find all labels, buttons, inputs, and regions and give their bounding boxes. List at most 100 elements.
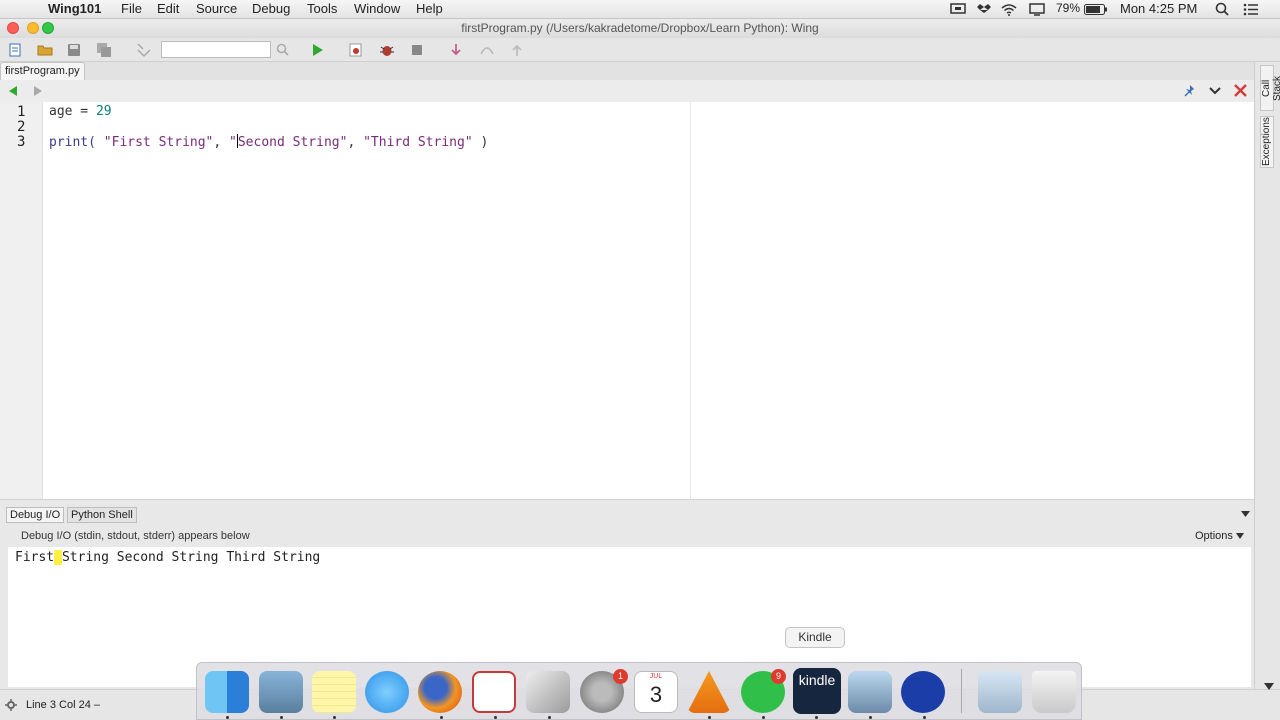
options-label: Options bbox=[1195, 530, 1233, 542]
spotlight-search-icon[interactable] bbox=[1215, 2, 1229, 16]
dock-tooltip: Kindle bbox=[785, 627, 845, 648]
code-line-1[interactable]: age = 29 bbox=[49, 104, 112, 119]
dropbox-icon[interactable] bbox=[977, 3, 991, 16]
running-indicator bbox=[762, 716, 765, 719]
wifi-icon[interactable] bbox=[1001, 3, 1017, 16]
bug-icon[interactable] bbox=[379, 42, 395, 58]
app-menu[interactable]: Wing101 bbox=[48, 1, 101, 16]
display-icon[interactable] bbox=[1029, 3, 1045, 16]
notification-badge: 9 bbox=[771, 669, 786, 684]
running-indicator bbox=[815, 716, 818, 719]
goto-definition-icon[interactable] bbox=[136, 42, 152, 58]
toolbar-search-input[interactable] bbox=[161, 41, 271, 58]
airplay-icon[interactable] bbox=[950, 3, 966, 16]
code-editor[interactable]: 1 2 3 age = 29 print( "First String", "S… bbox=[0, 102, 1254, 499]
jedit-icon[interactable] bbox=[472, 671, 516, 713]
code-token-separator: , bbox=[347, 135, 364, 150]
program-output: First String Second String Third String bbox=[15, 550, 320, 565]
trash-icon[interactable] bbox=[1032, 671, 1076, 713]
tab-debug-io[interactable]: Debug I/O bbox=[6, 507, 65, 523]
battery-icon[interactable] bbox=[1084, 4, 1108, 15]
pin-icon[interactable] bbox=[1183, 84, 1197, 98]
downloads-stack-icon[interactable] bbox=[978, 671, 1022, 713]
cursor-position-status: Line 3 Col 24 – bbox=[26, 699, 100, 711]
kindle-icon[interactable]: kindle bbox=[793, 668, 841, 714]
options-menu[interactable]: Options bbox=[1195, 530, 1244, 542]
code-token-function: print( bbox=[49, 135, 104, 150]
output-text: String Second String Third String bbox=[61, 550, 321, 565]
notification-badge: 1 bbox=[613, 669, 628, 684]
calendar-icon[interactable]: JUL 3 bbox=[634, 671, 678, 713]
dock-separator bbox=[961, 669, 962, 713]
line-number-gutter: 1 2 3 bbox=[0, 102, 43, 499]
menu-window[interactable]: Window bbox=[354, 1, 400, 16]
line-number: 1 bbox=[17, 104, 26, 120]
menu-debug[interactable]: Debug bbox=[252, 1, 290, 16]
run-icon[interactable] bbox=[309, 42, 325, 58]
scroll-down-arrow-icon[interactable] bbox=[1264, 683, 1274, 691]
running-indicator bbox=[494, 716, 497, 719]
menubar-clock[interactable]: Mon 4:25 PM bbox=[1120, 1, 1197, 16]
code-token-quote: " bbox=[229, 135, 237, 150]
line-number: 2 bbox=[17, 119, 26, 135]
menu-file[interactable]: File bbox=[121, 1, 142, 16]
menu-help[interactable]: Help bbox=[416, 1, 443, 16]
debug-io-panel: Debug I/O Python Shell Debug I/O (stdin,… bbox=[0, 499, 1254, 689]
stop-icon[interactable] bbox=[409, 42, 425, 58]
firefox-icon[interactable] bbox=[418, 671, 462, 713]
vlc-icon[interactable] bbox=[687, 671, 731, 713]
code-token-string: Second String" bbox=[237, 135, 348, 150]
tab-python-shell[interactable]: Python Shell bbox=[67, 507, 137, 523]
side-tool-tabs: Call Stack Exceptions bbox=[1254, 62, 1280, 689]
panel-menu-chevron-icon[interactable] bbox=[1241, 511, 1250, 518]
forward-arrow-icon[interactable] bbox=[33, 86, 43, 96]
code-line-3[interactable]: print( "First String", "Second String", … bbox=[49, 134, 488, 150]
debug-file-icon[interactable] bbox=[348, 42, 364, 58]
options-chevron-icon bbox=[1235, 533, 1244, 539]
quill-editor-icon[interactable] bbox=[526, 671, 570, 713]
output-text: First bbox=[15, 550, 55, 565]
tab-call-stack[interactable]: Call Stack bbox=[1260, 65, 1280, 111]
messages-icon[interactable] bbox=[365, 671, 409, 713]
editor-tab-bar bbox=[0, 62, 1280, 80]
close-editor-icon[interactable] bbox=[1234, 84, 1247, 97]
step-out-icon[interactable] bbox=[509, 42, 525, 58]
menu-source[interactable]: Source bbox=[196, 1, 237, 16]
output-highlight bbox=[54, 550, 62, 565]
running-indicator bbox=[708, 716, 711, 719]
save-icon[interactable] bbox=[66, 42, 82, 58]
calendar-month: JUL bbox=[649, 673, 663, 680]
code-token-operator: = bbox=[72, 104, 96, 119]
code-token-string: "Third String" bbox=[363, 135, 473, 150]
code-token-string: "First String" bbox=[103, 135, 214, 150]
running-indicator bbox=[333, 716, 336, 719]
screen-recorder-icon[interactable] bbox=[901, 671, 945, 713]
editor-nav-bar bbox=[0, 80, 1254, 102]
image-capture-icon[interactable] bbox=[848, 671, 892, 713]
back-arrow-icon[interactable] bbox=[8, 86, 18, 96]
finder-icon[interactable] bbox=[205, 671, 249, 713]
step-into-icon[interactable] bbox=[448, 42, 464, 58]
code-token-separator: , bbox=[213, 135, 230, 150]
editor-tab-firstprogram[interactable]: firstProgram.py bbox=[0, 62, 85, 80]
notification-center-icon[interactable] bbox=[1243, 3, 1259, 16]
running-indicator bbox=[440, 716, 443, 719]
menu-tools[interactable]: Tools bbox=[307, 1, 337, 16]
open-folder-icon[interactable] bbox=[37, 42, 53, 58]
chevron-down-icon[interactable] bbox=[1209, 85, 1221, 97]
gear-icon[interactable] bbox=[5, 699, 17, 711]
battery-percent: 79% bbox=[1056, 1, 1081, 15]
preview-photo-icon[interactable] bbox=[259, 671, 303, 713]
running-indicator bbox=[226, 716, 229, 719]
menu-edit[interactable]: Edit bbox=[157, 1, 179, 16]
running-indicator bbox=[548, 716, 551, 719]
menubar: Wing101 File Edit Source Debug Tools Win… bbox=[0, 0, 1280, 19]
new-file-icon[interactable] bbox=[7, 42, 23, 58]
step-over-icon[interactable] bbox=[479, 42, 495, 58]
window-title: firstProgram.py (/Users/kakradetome/Drop… bbox=[461, 21, 819, 35]
search-icon[interactable] bbox=[275, 42, 291, 58]
notes-icon[interactable] bbox=[312, 671, 356, 713]
dock: 1 JUL 3 9 kindle bbox=[196, 662, 1082, 720]
save-all-icon[interactable] bbox=[96, 42, 112, 58]
tab-exceptions[interactable]: Exceptions bbox=[1260, 116, 1274, 168]
